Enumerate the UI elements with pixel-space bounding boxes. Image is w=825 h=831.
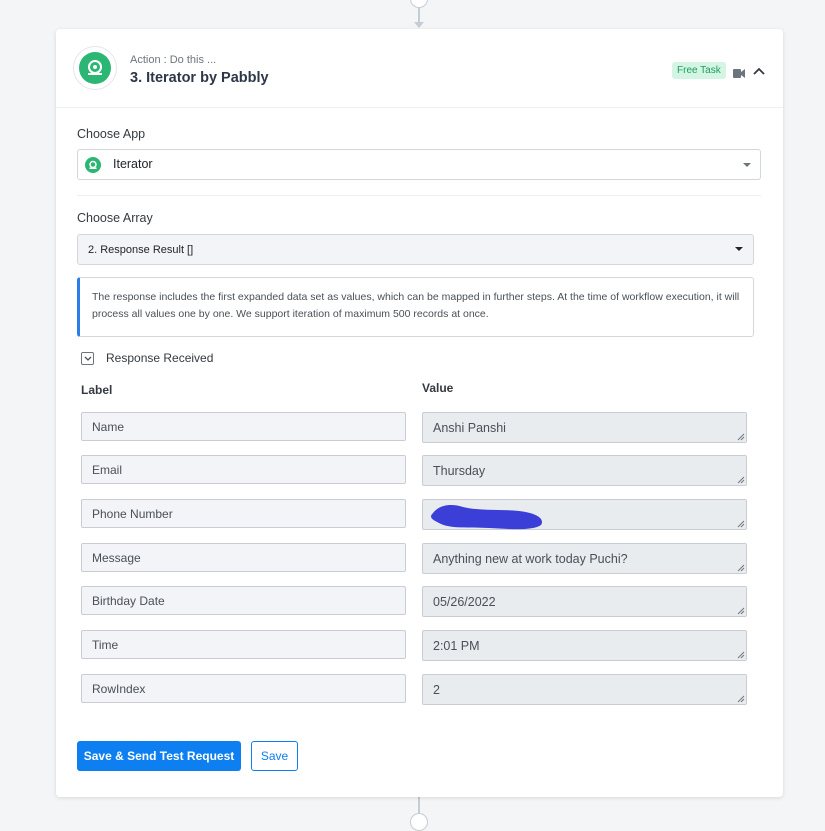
row-label-text: Time (92, 638, 119, 652)
array-select[interactable]: 2. Response Result [] (77, 234, 754, 265)
row-value-text: Thursday (433, 464, 486, 478)
action-label: Action : Do this ... (130, 54, 217, 66)
iterator-logo-icon (73, 46, 117, 90)
row-value-text: 2:01 PM (433, 639, 480, 653)
bottom-connector-dot (410, 813, 428, 831)
redaction-scribble (431, 505, 543, 530)
row-label-text: Message (92, 551, 141, 565)
array-select-value: 2. Response Result [] (88, 244, 194, 256)
info-text: The response includes the first expanded… (92, 291, 740, 320)
row-label-field[interactable]: Phone Number (81, 499, 406, 528)
row-label-field[interactable]: Birthday Date (81, 586, 406, 615)
row-value-field[interactable]: Thursday (422, 455, 747, 486)
row-label-text: Phone Number (92, 507, 173, 521)
chevron-up-icon[interactable] (753, 63, 765, 81)
row-label-text: Birthday Date (92, 594, 165, 608)
row-value-field[interactable]: 05/26/2022 (422, 586, 747, 617)
resize-handle-icon[interactable] (737, 564, 745, 572)
label-column-header: Label (81, 383, 113, 397)
resize-handle-icon[interactable] (737, 607, 745, 615)
step-title: 3. Iterator by Pabbly (130, 70, 269, 86)
row-label-field[interactable]: Name (81, 412, 406, 441)
choose-app-label: Choose App (77, 127, 146, 141)
row-label-field[interactable]: Time (81, 630, 406, 659)
row-label-text: RowIndex (92, 682, 146, 696)
action-step-card: Action : Do this ... 3. Iterator by Pabb… (56, 29, 783, 797)
resize-handle-icon[interactable] (737, 433, 745, 441)
save-button[interactable]: Save (251, 741, 298, 771)
value-column-header: Value (422, 381, 454, 395)
info-alert: The response includes the first expanded… (77, 277, 754, 337)
save-send-test-request-button[interactable]: Save & Send Test Request (77, 741, 241, 771)
row-value-field[interactable]: 2:01 PM (422, 630, 747, 661)
row-value-text: 2 (433, 683, 440, 697)
row-value-text: 05/26/2022 (433, 595, 496, 609)
free-task-badge: Free Task (672, 62, 726, 79)
connector-arrow-icon (414, 22, 424, 28)
row-label-field[interactable]: RowIndex (81, 674, 406, 703)
resize-handle-icon[interactable] (737, 476, 745, 484)
app-select[interactable]: Iterator (77, 149, 761, 180)
row-value-field[interactable]: 2 (422, 674, 747, 705)
divider (77, 195, 761, 196)
resize-handle-icon[interactable] (737, 520, 745, 528)
row-value-field[interactable]: Anshi Panshi (422, 412, 747, 443)
dropdown-caret-icon (735, 247, 743, 251)
response-received-label: Response Received (106, 351, 214, 365)
row-value-text: Anshi Panshi (433, 421, 506, 435)
row-value-field[interactable] (422, 499, 747, 530)
response-toggle-chevron-icon[interactable] (81, 352, 94, 365)
row-value-text: Anything new at work today Puchi? (433, 552, 628, 566)
card-header[interactable]: Action : Do this ... 3. Iterator by Pabb… (56, 29, 783, 108)
row-label-text: Name (92, 420, 125, 434)
app-select-value: Iterator (113, 157, 153, 171)
top-connector-dot (410, 0, 428, 8)
row-label-field[interactable]: Email (81, 455, 406, 484)
iterator-small-icon (85, 157, 101, 173)
row-value-field[interactable]: Anything new at work today Puchi? (422, 543, 747, 574)
row-label-text: Email (92, 463, 123, 477)
choose-array-label: Choose Array (77, 211, 153, 225)
resize-handle-icon[interactable] (737, 695, 745, 703)
resize-handle-icon[interactable] (737, 651, 745, 659)
video-camera-icon[interactable] (733, 65, 745, 83)
dropdown-caret-icon (743, 163, 751, 167)
row-label-field[interactable]: Message (81, 543, 406, 572)
